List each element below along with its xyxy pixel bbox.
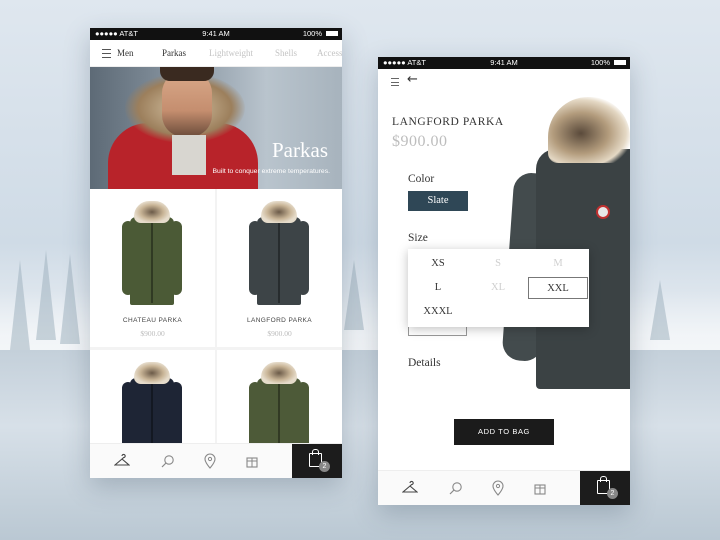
parka-image	[249, 201, 309, 305]
battery-icon	[326, 31, 338, 36]
parka-fur	[261, 201, 297, 223]
product-price: $900.00	[392, 133, 448, 150]
back-arrow-icon[interactable]: ←	[407, 73, 418, 87]
battery-label: 100%	[302, 29, 322, 38]
menu-icon[interactable]	[102, 49, 111, 58]
status-bar: ●●●●● AT&T 9:41 AM 100%	[90, 28, 342, 40]
location-icon[interactable]	[490, 480, 506, 496]
product-title: LANGFORD PARKA	[392, 116, 504, 128]
tab-parkas[interactable]: Parkas	[162, 48, 186, 58]
cart-count-badge: 2	[607, 488, 618, 499]
hero-subtitle: Built to conquer extreme temperatures.	[212, 168, 331, 175]
size-option-xxxl[interactable]: XXXL	[408, 301, 468, 323]
status-bar: ●●●●● AT&T 9:41 AM 100%	[378, 57, 630, 69]
background-tree	[60, 254, 80, 344]
tab-shells[interactable]: Shells	[275, 48, 297, 58]
size-option-xs[interactable]: XS	[408, 253, 468, 275]
background-tree	[36, 250, 56, 340]
color-label: Color	[408, 173, 435, 185]
gift-icon[interactable]	[532, 480, 548, 496]
tab-accessories[interactable]: Access	[317, 48, 342, 58]
parka-fur	[548, 97, 630, 163]
product-list-screen: ●●●●● AT&T 9:41 AM 100% Men Parkas Light…	[90, 28, 342, 478]
parka-image	[122, 362, 182, 443]
hanger-icon[interactable]	[114, 453, 130, 469]
background-tree	[650, 280, 670, 340]
background-tree	[344, 260, 364, 330]
hanger-icon[interactable]	[402, 480, 418, 496]
category-nav: Men Parkas Lightweight Shells Access	[90, 40, 342, 67]
battery-icon	[614, 60, 626, 65]
size-option-s: S	[495, 258, 501, 269]
brand-patch-icon	[596, 205, 610, 219]
product-name: CHATEAU PARKA	[122, 317, 183, 324]
location-icon[interactable]	[202, 453, 218, 469]
parka-fur	[134, 362, 170, 384]
gift-icon[interactable]	[244, 453, 260, 469]
menu-label-men[interactable]: Men	[117, 48, 134, 58]
search-icon[interactable]	[160, 453, 176, 469]
parka-fur	[261, 362, 297, 384]
product-hero-image	[501, 97, 630, 397]
battery-label: 100%	[590, 58, 610, 67]
color-option-slate[interactable]: Slate	[408, 191, 468, 211]
hero-banner[interactable]: Parkas Built to conquer extreme temperat…	[90, 67, 342, 189]
menu-icon[interactable]	[391, 78, 399, 86]
product-card[interactable]: CHATEAU PARKA $900.00	[90, 189, 215, 347]
parka-zip	[278, 384, 280, 443]
parka-zip	[151, 384, 153, 443]
product-card[interactable]	[90, 350, 215, 443]
cart-button[interactable]: 2	[580, 471, 630, 505]
size-dropdown: XS S M L XL XXL XXXL	[408, 249, 589, 327]
tab-lightweight[interactable]: Lightweight	[209, 48, 253, 58]
details-label[interactable]: Details	[408, 357, 441, 369]
bottom-tab-bar: 2	[90, 443, 342, 478]
add-to-bag-button[interactable]: ADD TO BAG	[454, 419, 554, 445]
product-detail-screen: ●●●●● AT&T 9:41 AM 100% ← LANGFORD PARKA…	[378, 57, 630, 505]
parka-zip	[278, 223, 280, 303]
parka-image	[249, 362, 309, 443]
size-label: Size	[408, 232, 428, 244]
size-option-xl: XL	[491, 282, 505, 293]
product-grid: CHATEAU PARKA $900.00 LANGFORD PARKA $90…	[90, 189, 342, 443]
detail-nav: ←	[378, 69, 630, 93]
product-card[interactable]	[217, 350, 342, 443]
hero-model-hair	[160, 67, 214, 81]
parka-zip	[151, 223, 153, 303]
product-price: $900.00	[140, 329, 165, 338]
cart-count-badge: 2	[319, 461, 330, 472]
bottom-tab-bar: 2	[378, 470, 630, 505]
parka-fur	[134, 201, 170, 223]
parka-image	[122, 201, 182, 305]
size-option-l[interactable]: L	[408, 277, 468, 299]
cart-button[interactable]: 2	[292, 444, 342, 478]
hero-model-sweater	[172, 135, 206, 175]
product-name: LANGFORD PARKA	[246, 317, 313, 324]
size-option-m: M	[553, 258, 563, 269]
background-tree	[10, 260, 30, 350]
hero-title: Parkas	[272, 138, 328, 162]
product-price: $900.00	[267, 329, 292, 338]
search-icon[interactable]	[448, 480, 464, 496]
size-option-xxl[interactable]: XXL	[528, 277, 588, 299]
product-card[interactable]: LANGFORD PARKA $900.00	[217, 189, 342, 347]
